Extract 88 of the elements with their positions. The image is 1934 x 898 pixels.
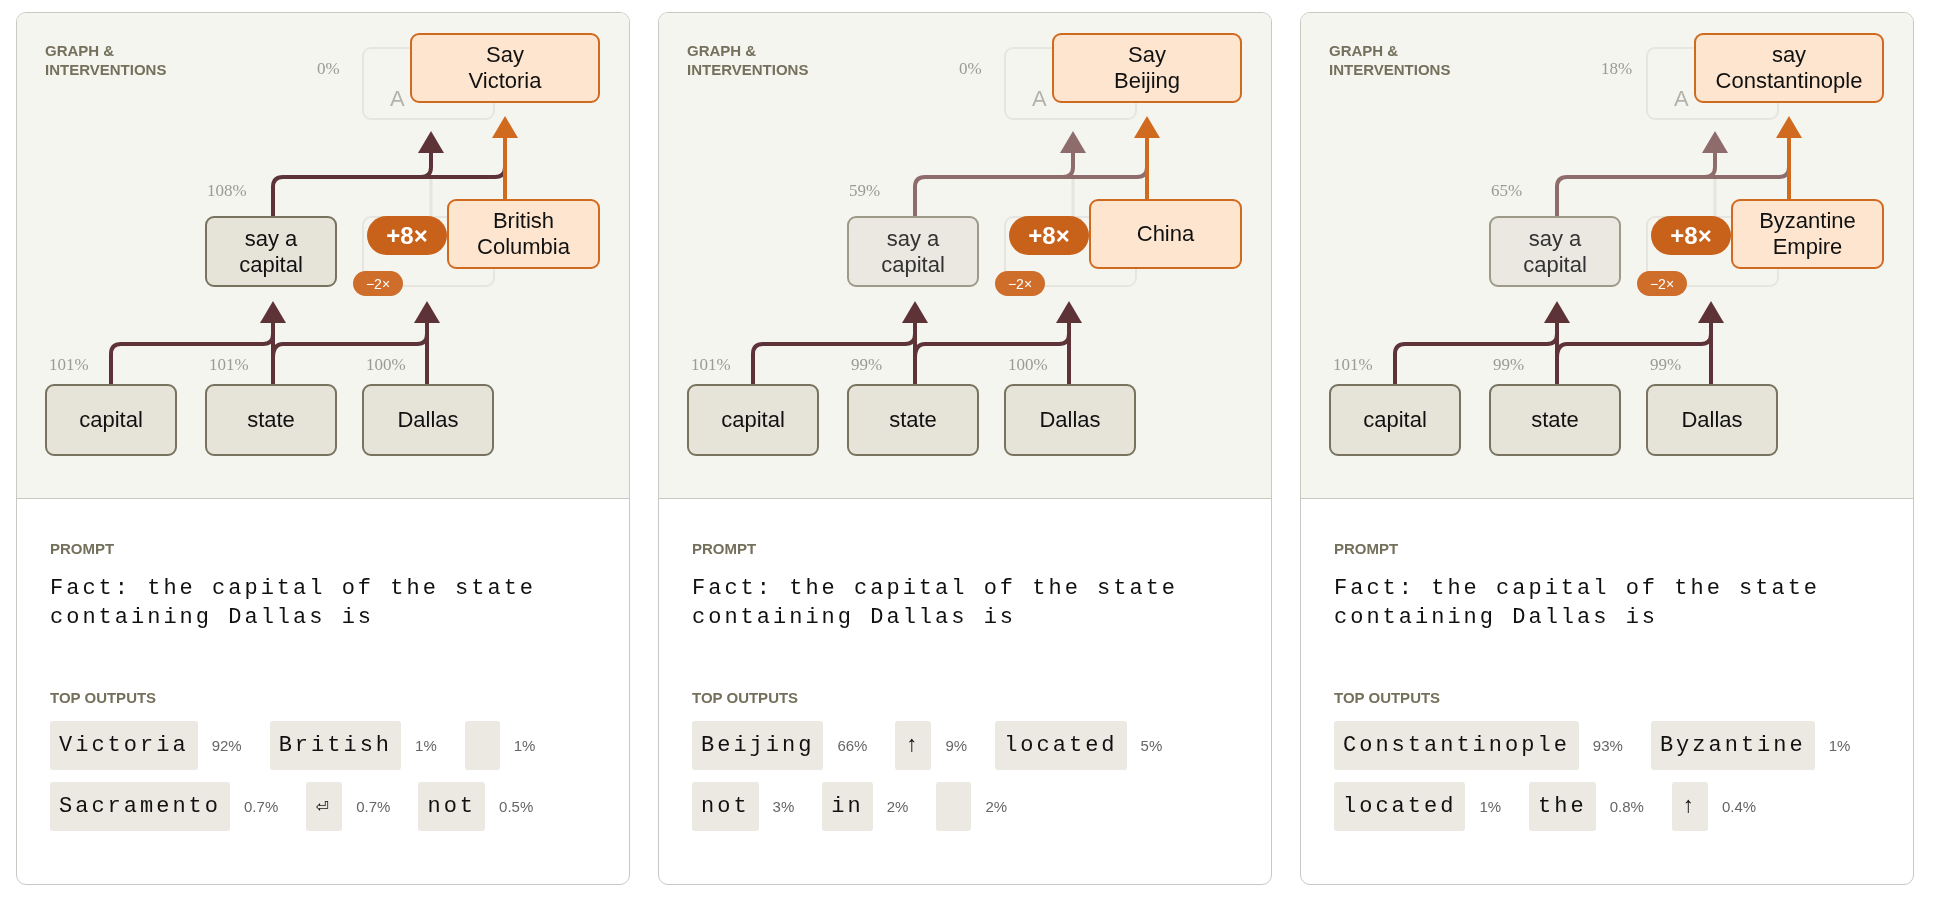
output-token: located <box>1334 782 1466 831</box>
output-percent: 0.7% <box>356 798 391 815</box>
output-percent: 1% <box>513 737 536 754</box>
output-percent: 2% <box>886 798 909 815</box>
output-percent: 1% <box>1828 737 1851 754</box>
token-node[interactable]: capital <box>687 384 819 456</box>
output-token: in <box>822 782 873 831</box>
output-token: ⏎ <box>306 782 343 831</box>
percent-label: 100% <box>1008 355 1048 375</box>
output-token: located <box>995 721 1127 770</box>
prompt-text: Fact: the capital of the state containing Dallas is <box>1334 575 1822 632</box>
feature-node[interactable]: say a capital <box>205 216 337 287</box>
output-percent: 3% <box>772 798 795 815</box>
feature-node[interactable]: say a capital <box>1489 216 1621 287</box>
output-percent: 0.7% <box>244 798 279 815</box>
percent-label: 18% <box>1601 59 1633 79</box>
section-title: GRAPH & INTERVENTIONS <box>687 41 809 79</box>
percent-label: 0% <box>959 59 982 79</box>
output-token: Beijing <box>692 721 824 770</box>
section-title: TOP OUTPUTS <box>692 688 800 707</box>
output-token: not <box>418 782 486 831</box>
percent-label: 101% <box>209 355 249 375</box>
boost-badge[interactable]: +8× <box>367 216 447 255</box>
prompt-text: Fact: the capital of the state containing Dallas is <box>692 575 1180 632</box>
token-node[interactable]: Dallas <box>362 384 494 456</box>
output-token: Victoria <box>50 721 198 770</box>
output-percent: 93% <box>1592 737 1623 754</box>
output-token: ↑ <box>895 721 932 770</box>
output-node[interactable]: say Constantinople <box>1694 33 1884 103</box>
output-percent: 9% <box>945 737 968 754</box>
output-percent: 0.5% <box>499 798 534 815</box>
boost-badge[interactable]: +8× <box>1009 216 1089 255</box>
suppress-badge[interactable]: −2× <box>995 271 1045 296</box>
section-title: PROMPT <box>1334 539 1400 558</box>
percent-label: 100% <box>366 355 406 375</box>
section-title: TOP OUTPUTS <box>1334 688 1442 707</box>
percent-label: 101% <box>49 355 89 375</box>
output-token: not <box>692 782 759 831</box>
section-title: GRAPH & INTERVENTIONS <box>1329 41 1451 79</box>
intervention-node[interactable]: Byzantine Empire <box>1731 199 1884 269</box>
output-percent: 0.4% <box>1721 798 1757 815</box>
percent-label: 65% <box>1491 181 1523 201</box>
output-percent: 1% <box>1479 798 1502 815</box>
section-title: PROMPT <box>692 539 758 558</box>
percent-label: 108% <box>207 181 247 201</box>
intervention-node[interactable]: China <box>1089 199 1242 269</box>
section-title: PROMPT <box>50 539 116 558</box>
output-token: British <box>269 721 402 770</box>
output-node[interactable]: Say Beijing <box>1052 33 1242 103</box>
percent-label: 0% <box>317 59 340 79</box>
suppress-badge[interactable]: −2× <box>353 271 403 296</box>
output-token: Sacramento <box>50 782 231 831</box>
output-percent: 1% <box>415 737 437 754</box>
token-node[interactable]: state <box>205 384 337 456</box>
section-title: TOP OUTPUTS <box>50 688 158 707</box>
output-percent: 0.8% <box>1609 798 1644 815</box>
output-token: Byzantine <box>1650 721 1815 770</box>
prompt-text: Fact: the capital of the state containing Dallas is <box>50 575 538 632</box>
percent-label: 101% <box>691 355 731 375</box>
output-percent: 5% <box>1140 737 1163 754</box>
output-percent: 66% <box>837 737 868 754</box>
percent-label: 99% <box>851 355 883 375</box>
percent-label: 101% <box>1333 355 1373 375</box>
feature-node[interactable]: say a capital <box>847 216 979 287</box>
token-node[interactable]: Dallas <box>1646 384 1778 456</box>
suppress-badge[interactable]: −2× <box>1637 271 1687 296</box>
output-percent: 2% <box>985 798 1008 815</box>
percent-label: 59% <box>849 181 881 201</box>
faded-node-label: A <box>390 86 405 112</box>
boost-badge[interactable]: +8× <box>1651 216 1731 255</box>
output-percent: 92% <box>211 737 242 754</box>
blank-token <box>936 782 972 831</box>
output-token: Constantinople <box>1334 721 1579 770</box>
token-node[interactable]: capital <box>1329 384 1461 456</box>
intervention-node[interactable]: British Columbia <box>447 199 600 269</box>
token-node[interactable]: state <box>1489 384 1621 456</box>
output-token: the <box>1529 782 1596 831</box>
token-node[interactable]: capital <box>45 384 177 456</box>
percent-label: 99% <box>1493 355 1525 375</box>
faded-node-label: A <box>1032 86 1047 112</box>
percent-label: 99% <box>1650 355 1682 375</box>
blank-token <box>464 721 500 770</box>
faded-node-label: A <box>1674 86 1689 112</box>
output-node[interactable]: Say Victoria <box>410 33 600 103</box>
token-node[interactable]: Dallas <box>1004 384 1136 456</box>
output-token: ↑ <box>1671 782 1708 831</box>
section-title: GRAPH & INTERVENTIONS <box>45 41 167 79</box>
token-node[interactable]: state <box>847 384 979 456</box>
